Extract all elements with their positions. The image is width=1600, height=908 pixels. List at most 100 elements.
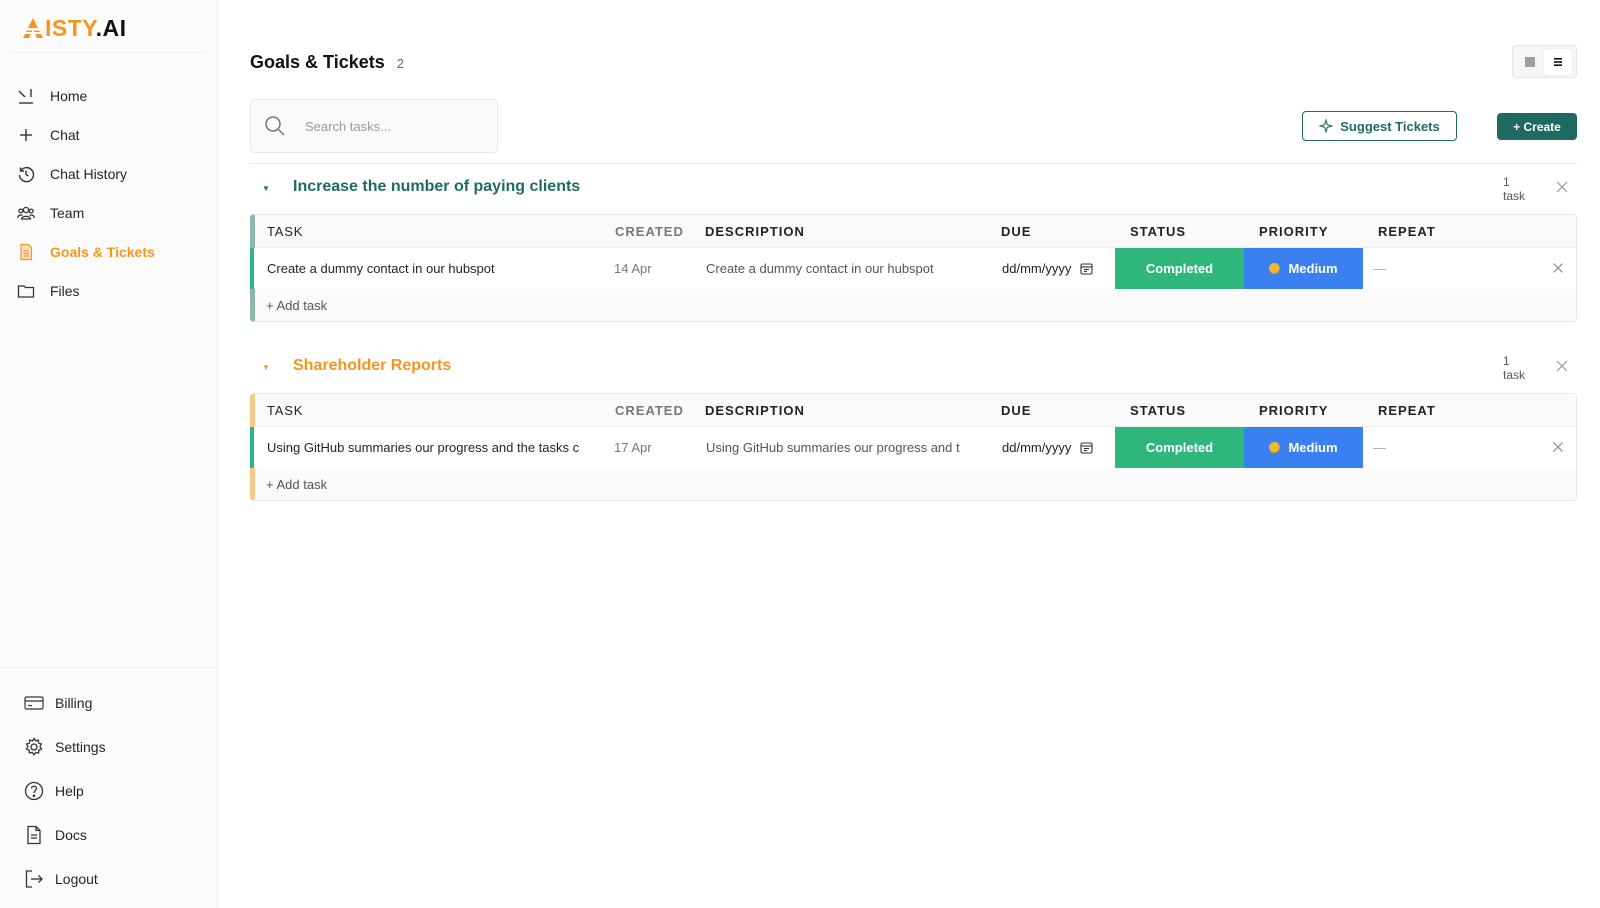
task-repeat[interactable]: — [1363,261,1483,276]
column-header-created: CREATED [615,402,684,418]
collapse-caret-icon[interactable]: ▼ [262,363,270,372]
task-due-value: dd/mm/yyyy [1002,261,1072,276]
search-input[interactable] [305,118,485,134]
task-table: TASK CREATED DESCRIPTION DUE STATUS PRIO… [250,214,1577,322]
task-due-date-input[interactable]: dd/mm/yyyy [996,440,1115,455]
task-description[interactable]: Create a dummy contact in our hubspot [700,261,996,276]
billing-icon [24,693,44,713]
column-header-task: TASK [267,402,304,418]
priority-dot-icon [1269,442,1281,453]
goal-task-count-number: 1 [1503,354,1510,368]
sidebar-item-chat-history[interactable]: Chat History [0,154,218,193]
priority-badge[interactable]: Medium [1244,248,1363,289]
help-icon [24,781,44,801]
priority-badge[interactable]: Medium [1244,427,1363,468]
calendar-icon[interactable] [1080,441,1093,454]
history-icon [17,165,35,183]
suggest-tickets-button[interactable]: Suggest Tickets [1302,111,1457,141]
create-button[interactable]: + Create [1497,113,1577,140]
goal-title[interactable]: Shareholder Reports [293,357,451,375]
goal-task-count-unit: task [1503,189,1526,203]
task-repeat[interactable]: — [1363,440,1483,455]
priority-label: Medium [1288,261,1338,276]
sidebar-item-label: Chat [50,126,80,143]
search-icon [265,116,285,136]
sidebar-item-goals-tickets[interactable]: Goals & Tickets [0,232,218,271]
logo-divider [10,52,207,53]
status-badge[interactable]: Completed [1115,248,1244,289]
page-title: Goals & Tickets 2 [250,52,404,73]
task-due-date-input[interactable]: dd/mm/yyyy [996,261,1115,276]
sidebar-nav: Home Chat Chat History Team Goals & Tick… [0,76,218,310]
task-name[interactable]: Create a dummy contact in our hubspot [255,261,610,276]
collapse-caret-icon[interactable]: ▼ [262,184,270,193]
gear-icon [24,737,44,757]
sparkle-icon [1319,119,1334,133]
column-header-description: DESCRIPTION [705,402,805,418]
table-header: TASK CREATED DESCRIPTION DUE STATUS PRIO… [255,394,1576,427]
brand-logo[interactable]: ISTY.AI [22,14,126,42]
calendar-icon[interactable] [1080,262,1093,275]
grid-view-button[interactable] [1516,49,1544,75]
sidebar-item-files[interactable]: Files [0,271,218,310]
column-header-repeat: REPEAT [1378,223,1436,239]
add-task-button[interactable]: + Add task [255,289,1576,321]
delete-task-icon[interactable] [1552,262,1564,274]
sidebar-item-chat[interactable]: Chat [0,115,218,154]
logout-icon [24,869,44,889]
column-header-priority: PRIORITY [1259,223,1329,239]
task-created: 17 Apr [614,440,652,455]
close-goal-icon[interactable] [1555,359,1569,373]
sidebar-item-label: Team [50,204,85,221]
list-view-icon [1554,57,1562,66]
sidebar: ISTY.AI Home Chat Chat History Team Goal… [0,0,218,908]
list-view-button[interactable] [1544,48,1572,75]
status-badge[interactable]: Completed [1115,427,1244,468]
table-row: Create a dummy contact in our hubspot 14… [250,248,1576,289]
column-header-status: STATUS [1130,223,1187,239]
goal-group-header: ▼ Shareholder Reports 1 task [250,343,1577,393]
goal-task-count-unit: task [1503,368,1526,382]
goal-group-header: ▼ Increase the number of paying clients … [250,164,1577,214]
sidebar-item-team[interactable]: Team [0,193,218,232]
sidebar-item-billing[interactable]: Billing [0,681,218,725]
column-header-due: DUE [1001,223,1032,239]
add-task-button[interactable]: + Add task [255,468,1576,500]
grid-view-icon [1525,56,1535,67]
sidebar-item-label: Files [50,282,80,299]
goal-title[interactable]: Increase the number of paying clients [293,178,580,196]
column-header-repeat: REPEAT [1378,402,1436,418]
sidebar-item-settings[interactable]: Settings [0,725,218,769]
priority-dot-icon [1269,263,1281,274]
column-header-status: STATUS [1130,402,1187,418]
team-icon [17,204,35,222]
sidebar-item-home[interactable]: Home [0,76,218,115]
goal-task-count: 1 task [1503,354,1531,382]
column-header-description: DESCRIPTION [705,223,805,239]
sidebar-item-logout[interactable]: Logout [0,857,218,901]
column-header-priority: PRIORITY [1259,402,1329,418]
main-content: Goals & Tickets 2 Suggest Tickets + Crea… [218,0,1600,908]
task-table: TASK CREATED DESCRIPTION DUE STATUS PRIO… [250,393,1577,501]
sidebar-item-label: Home [50,87,88,104]
sidebar-item-help[interactable]: Help [0,769,218,813]
plus-icon [17,126,35,144]
task-name[interactable]: Using GitHub summaries our progress and … [255,440,610,455]
brand-name-prefix: ISTY [45,14,96,41]
sidebar-item-docs[interactable]: Docs [0,813,218,857]
table-header: TASK CREATED DESCRIPTION DUE STATUS PRIO… [255,215,1576,248]
sidebar-item-label: Help [55,783,84,799]
close-goal-icon[interactable] [1555,180,1569,194]
sidebar-item-label: Chat History [50,165,128,182]
delete-task-icon[interactable] [1552,441,1564,453]
view-toggle [1512,45,1577,78]
goal-group-shareholder-reports: ▼ Shareholder Reports 1 task TASK CREATED… [250,343,1577,501]
logo-mark-icon [22,18,44,38]
sidebar-item-label: Logout [55,871,98,887]
task-description[interactable]: Using GitHub summaries our progress and … [700,440,996,455]
brand-name-suffix: .AI [95,14,127,41]
task-due-value: dd/mm/yyyy [1002,440,1072,455]
sidebar-bottom-nav: Billing Settings Help Docs Logout [0,681,218,901]
column-header-due: DUE [1001,402,1032,418]
column-header-task: TASK [267,223,304,239]
